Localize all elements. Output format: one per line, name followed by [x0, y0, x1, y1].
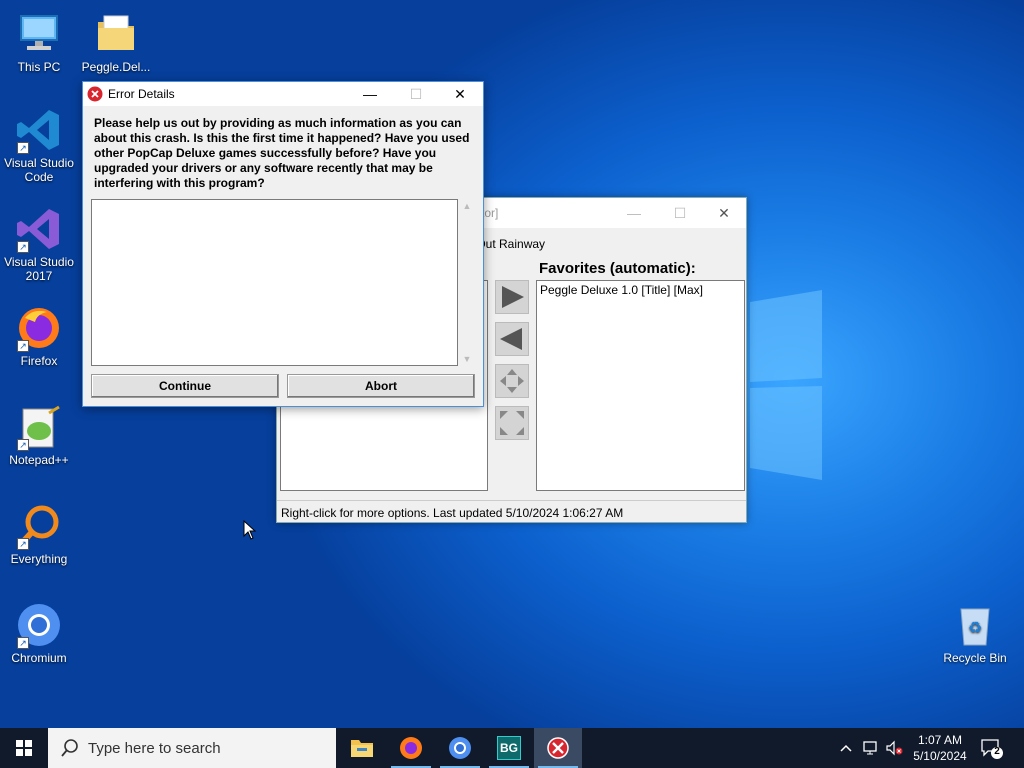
bg-app-icon: BG [497, 736, 521, 760]
windows-logo-wallpaper-icon [750, 290, 822, 480]
error-details-textarea[interactable] [91, 199, 458, 366]
background-maximize-button[interactable]: ☐ [657, 202, 703, 224]
shortcut-arrow-icon: ↗ [17, 241, 29, 253]
move-button[interactable] [495, 364, 529, 398]
dialog-message: Please help us out by providing as much … [94, 116, 470, 190]
search-icon [61, 739, 78, 757]
error-icon [87, 86, 103, 102]
taskbar-chromium[interactable] [436, 728, 484, 768]
clock-time: 1:07 AM [917, 733, 963, 747]
desktop-icon-this-pc[interactable]: This PC [1, 10, 77, 74]
desktop-icon-firefox[interactable]: ↗ Firefox [1, 304, 77, 368]
dialog-titlebar[interactable]: Error Details — ☐ ✕ [83, 82, 483, 106]
minimize-button[interactable]: — [347, 82, 393, 106]
start-button[interactable] [0, 728, 48, 768]
move-arrows-icon [500, 369, 524, 393]
bg-app-label: BG [500, 741, 518, 755]
taskbar-firefox[interactable] [387, 728, 435, 768]
desktop-icon-label: This PC [17, 60, 61, 74]
desktop-icon-recycle-bin[interactable]: ♻ Recycle Bin [937, 601, 1013, 665]
windows-start-icon [16, 740, 32, 756]
shortcut-arrow-icon: ↗ [17, 340, 29, 352]
volume-muted-icon[interactable] [885, 740, 905, 756]
folder-icon [98, 15, 134, 50]
desktop-icon-label: Chromium [11, 651, 67, 665]
tray-overflow-chevron-icon[interactable] [838, 740, 854, 756]
network-monitor-icon [863, 741, 877, 755]
speaker-muted-icon [886, 740, 903, 756]
shortcut-arrow-icon: ↗ [17, 439, 29, 451]
add-favorite-button[interactable] [495, 280, 529, 314]
desktop-icon-label: Visual Studio 2017 [4, 255, 74, 283]
textarea-scrollbar[interactable]: ▲ ▼ [459, 199, 475, 366]
chevron-up-icon [840, 744, 852, 752]
desktop-icon-label: Everything [10, 552, 68, 566]
shortcut-arrow-icon: ↗ [17, 637, 29, 649]
taskbar-file-explorer[interactable] [338, 728, 386, 768]
desktop-icon-label: Recycle Bin [943, 651, 1007, 665]
error-icon [547, 737, 569, 759]
dialog-title: Error Details [108, 87, 175, 101]
firefox-icon [400, 737, 422, 759]
taskbar: Type here to search BG 1:07 AM 5/10/2024… [0, 728, 1024, 768]
expand-arrows-icon [500, 411, 524, 435]
arrow-left-icon [500, 328, 522, 350]
desktop-icon-label: Firefox [20, 354, 58, 368]
error-details-dialog[interactable]: Error Details — ☐ ✕ Please help us out b… [82, 81, 484, 407]
abort-button[interactable]: Abort [287, 374, 475, 398]
notification-count-badge: 2 [994, 746, 1000, 757]
file-explorer-icon [351, 740, 373, 757]
close-button[interactable]: ✕ [437, 82, 483, 106]
chromium-icon [449, 737, 471, 759]
arrow-right-icon [502, 286, 524, 308]
maximize-button[interactable]: ☐ [393, 82, 439, 106]
scroll-down-icon[interactable]: ▼ [459, 354, 475, 364]
computer-icon [20, 15, 58, 50]
mouse-cursor-icon [243, 520, 257, 540]
favorites-title: Favorites (automatic): [539, 260, 696, 277]
svg-text:♻: ♻ [968, 618, 982, 637]
shortcut-arrow-icon: ↗ [17, 538, 29, 550]
desktop-icon-label: Visual Studio Code [4, 156, 74, 184]
remove-favorite-button[interactable] [495, 322, 529, 356]
status-bar: Right-click for more options. Last updat… [277, 500, 746, 522]
search-placeholder: Type here to search [88, 740, 221, 757]
taskbar-bg-app[interactable]: BG [485, 728, 533, 768]
favorites-list[interactable]: Peggle Deluxe 1.0 [Title] [Max] [536, 280, 745, 491]
shortcut-arrow-icon: ↗ [17, 142, 29, 154]
taskbar-search-box[interactable]: Type here to search [48, 728, 336, 768]
network-icon[interactable] [862, 740, 880, 756]
taskbar-clock[interactable]: 1:07 AM 5/10/2024 [905, 732, 975, 764]
action-center-button[interactable]: 2 [980, 738, 1004, 760]
expand-button[interactable] [495, 406, 529, 440]
desktop-icon-vscode[interactable]: ↗ Visual Studio Code [1, 106, 77, 184]
list-item[interactable]: Peggle Deluxe 1.0 [Title] [Max] [540, 283, 741, 297]
desktop-icon-label: Peggle.Del... [81, 60, 151, 74]
desktop-icon-visual-studio[interactable]: ↗ Visual Studio 2017 [1, 205, 77, 283]
desktop-icon-everything[interactable]: ↗ Everything [1, 502, 77, 566]
desktop: This PC Peggle.Del... ↗ Visual Studio Co… [0, 0, 1024, 728]
desktop-icon-notepadpp[interactable]: ↗ Notepad++ [1, 403, 77, 467]
desktop-icon-chromium[interactable]: ↗ Chromium [1, 601, 77, 665]
background-close-button[interactable]: ✕ [701, 202, 747, 224]
desktop-icon-peggle-folder[interactable]: Peggle.Del... [78, 10, 154, 74]
recycle-bin-icon: ♻ [960, 608, 990, 646]
background-minimize-button[interactable]: — [611, 202, 657, 224]
continue-button[interactable]: Continue [91, 374, 279, 398]
clock-date: 5/10/2024 [913, 749, 967, 763]
scroll-up-icon[interactable]: ▲ [459, 201, 475, 211]
taskbar-error-dialog[interactable] [534, 728, 582, 768]
desktop-icon-label: Notepad++ [9, 453, 69, 467]
